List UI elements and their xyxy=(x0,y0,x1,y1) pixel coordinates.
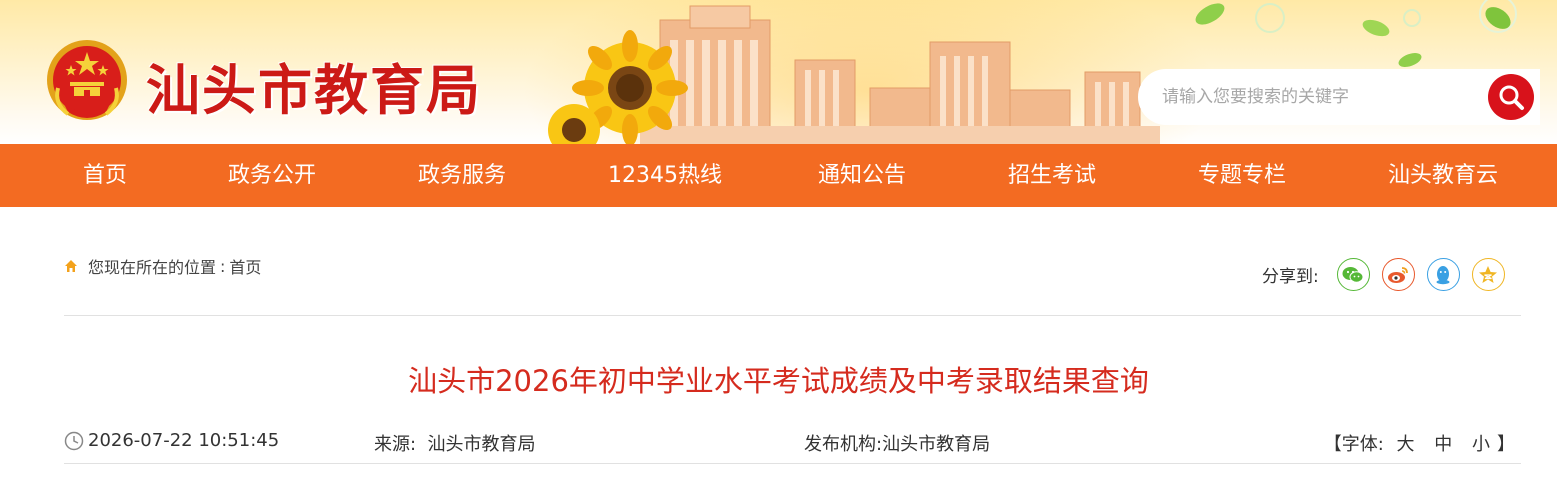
nav-item-edu-cloud[interactable]: 汕头教育云 xyxy=(1388,144,1498,207)
publish-date-value: 2026-07-22 10:51:45 xyxy=(88,430,280,451)
breadcrumb-home-link[interactable]: 首页 xyxy=(229,254,261,278)
source-value: 汕头市教育局 xyxy=(427,434,536,455)
search-box xyxy=(1138,69,1540,125)
divider xyxy=(64,315,1521,316)
font-size-label: 【字体: xyxy=(1323,434,1384,455)
nav-item-topics[interactable]: 专题专栏 xyxy=(1198,144,1286,207)
font-size-selector: 【字体: 大 中 小】 xyxy=(1324,430,1515,456)
site-title[interactable]: 汕头市教育局 xyxy=(146,46,482,125)
divider xyxy=(64,463,1521,464)
weibo-icon xyxy=(1388,266,1409,283)
share-qq-button[interactable] xyxy=(1426,258,1460,291)
article-publisher: 发布机构:汕头市教育局 xyxy=(804,430,990,456)
header-banner: 汕头市教育局 xyxy=(0,0,1557,144)
nav-item-notices[interactable]: 通知公告 xyxy=(818,144,906,207)
wechat-icon xyxy=(1342,266,1364,283)
clock-icon xyxy=(64,431,84,450)
font-size-close-bracket: 】 xyxy=(1497,434,1515,455)
nav-item-gov-affairs[interactable]: 政务公开 xyxy=(228,144,316,207)
font-size-large-button[interactable]: 大 xyxy=(1397,434,1415,455)
publisher-label: 发布机构: xyxy=(804,434,883,455)
search-input[interactable] xyxy=(1162,83,1462,111)
font-size-medium-button[interactable]: 中 xyxy=(1434,434,1452,455)
share-wechat-button[interactable] xyxy=(1336,258,1370,291)
home-icon xyxy=(65,260,77,272)
qq-icon xyxy=(1436,265,1450,284)
nav-item-hotline[interactable]: 12345热线 xyxy=(608,144,722,207)
breadcrumb-prefix: 您现在所在的位置 xyxy=(88,258,217,277)
search-icon xyxy=(1499,85,1524,110)
share-qzone-button[interactable] xyxy=(1471,258,1505,291)
font-size-small-button[interactable]: 小 xyxy=(1472,434,1490,455)
article-title: 汕头市2026年初中学业水平考试成绩及中考录取结果查询 xyxy=(408,364,1149,398)
skyline-illustration xyxy=(548,5,1160,144)
article-meta: 2026-07-22 10:51:45 来源: 汕头市教育局 发布机构:汕头市教… xyxy=(64,430,1521,456)
share-label: 分享到: xyxy=(1262,267,1319,287)
nav-item-enrollment[interactable]: 招生考试 xyxy=(1008,144,1096,207)
emblem-icon xyxy=(47,40,127,120)
main-nav: 首页 政务公开 政务服务 12345热线 通知公告 招生考试 专题专栏 汕头教育… xyxy=(0,144,1557,207)
breadcrumb: 您现在所在的位置 : 首页 xyxy=(64,255,261,277)
leaf-decoration xyxy=(1195,0,1517,67)
source-label: 来源: xyxy=(374,434,417,455)
publish-date: 2026-07-22 10:51:45 xyxy=(64,430,279,451)
share-bar: 分享到: xyxy=(1262,258,1505,291)
nav-item-home[interactable]: 首页 xyxy=(83,144,127,207)
search-button[interactable] xyxy=(1488,74,1534,120)
publisher-value: 汕头市教育局 xyxy=(882,434,991,455)
nav-item-gov-services[interactable]: 政务服务 xyxy=(418,144,506,207)
article-source: 来源: 汕头市教育局 xyxy=(374,430,536,456)
qzone-icon xyxy=(1479,265,1498,283)
breadcrumb-separator: : xyxy=(220,256,226,276)
share-weibo-button[interactable] xyxy=(1381,258,1415,291)
